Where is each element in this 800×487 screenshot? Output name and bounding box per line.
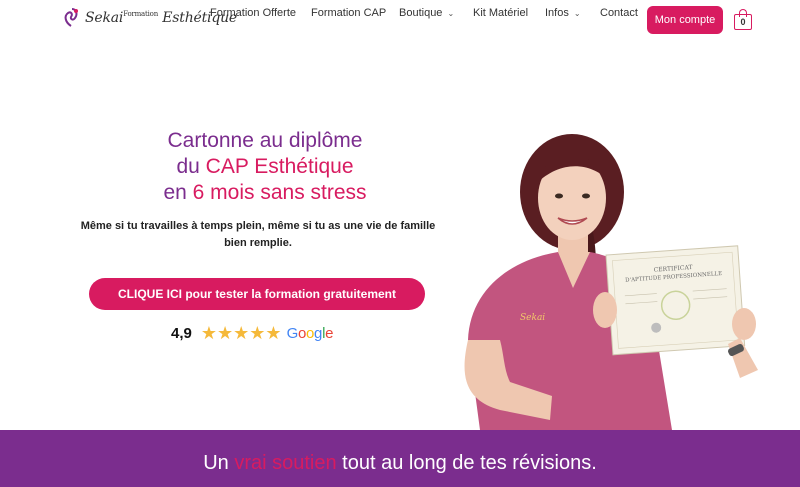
- cta-free-trial-button[interactable]: CLIQUE ICI pour tester la formation grat…: [89, 278, 425, 310]
- nav-formation-cap[interactable]: Formation CAP: [311, 7, 386, 19]
- star-icon: ★: [217, 323, 234, 343]
- nav-contact[interactable]: Contact: [600, 7, 638, 19]
- hero-title-line2: du CAP Esthétique: [176, 155, 354, 178]
- tunic-embroidery: Sekai: [520, 313, 545, 323]
- hero-subtitle: Même si tu travailles à temps plein, mêm…: [80, 220, 436, 249]
- hero-photo-woman-with-certificate: Sekai CERTIFICAT D'APTITUDE PROFESSIONNE…: [464, 134, 758, 430]
- chevron-down-icon: ⌄: [573, 8, 581, 18]
- star-icon: ★: [233, 323, 250, 343]
- rating-stars: ★ ★ ★ ★ ★: [201, 324, 282, 342]
- nav-infos[interactable]: Infos ⌄: [545, 7, 581, 19]
- star-icon: ★: [265, 323, 282, 343]
- nav-boutique[interactable]: Boutique ⌄: [399, 7, 454, 19]
- rating-value: 4,9: [171, 324, 192, 342]
- cart-icon[interactable]: 0: [734, 9, 752, 30]
- star-icon: ★: [200, 323, 217, 343]
- chevron-down-icon: ⌄: [447, 8, 455, 18]
- google-rating: 4,9 ★ ★ ★ ★ ★ Google: [171, 323, 333, 343]
- hero-title-line3: en 6 mois sans stress: [163, 181, 367, 204]
- google-logo: Google: [286, 324, 334, 342]
- site-header: SekaiFormation Esthétique Formation Offe…: [0, 0, 800, 44]
- logo-mark-icon: [64, 8, 78, 27]
- nav-kit-materiel[interactable]: Kit Matériel: [473, 7, 528, 19]
- banner-heading: Un vrai soutien tout au long de tes révi…: [203, 452, 597, 474]
- hero-title-line1: Cartonne au diplôme: [167, 129, 363, 152]
- star-icon: ★: [249, 323, 266, 343]
- hero-title: Cartonne au diplôme du CAP Esthétique en…: [100, 128, 430, 206]
- nav-formation-offerte[interactable]: Formation Offerte: [210, 7, 296, 19]
- cart-count: 0: [734, 14, 752, 30]
- account-button[interactable]: Mon compte: [647, 6, 723, 34]
- certificate: CERTIFICAT D'APTITUDE PROFESSIONNELLE: [605, 245, 746, 356]
